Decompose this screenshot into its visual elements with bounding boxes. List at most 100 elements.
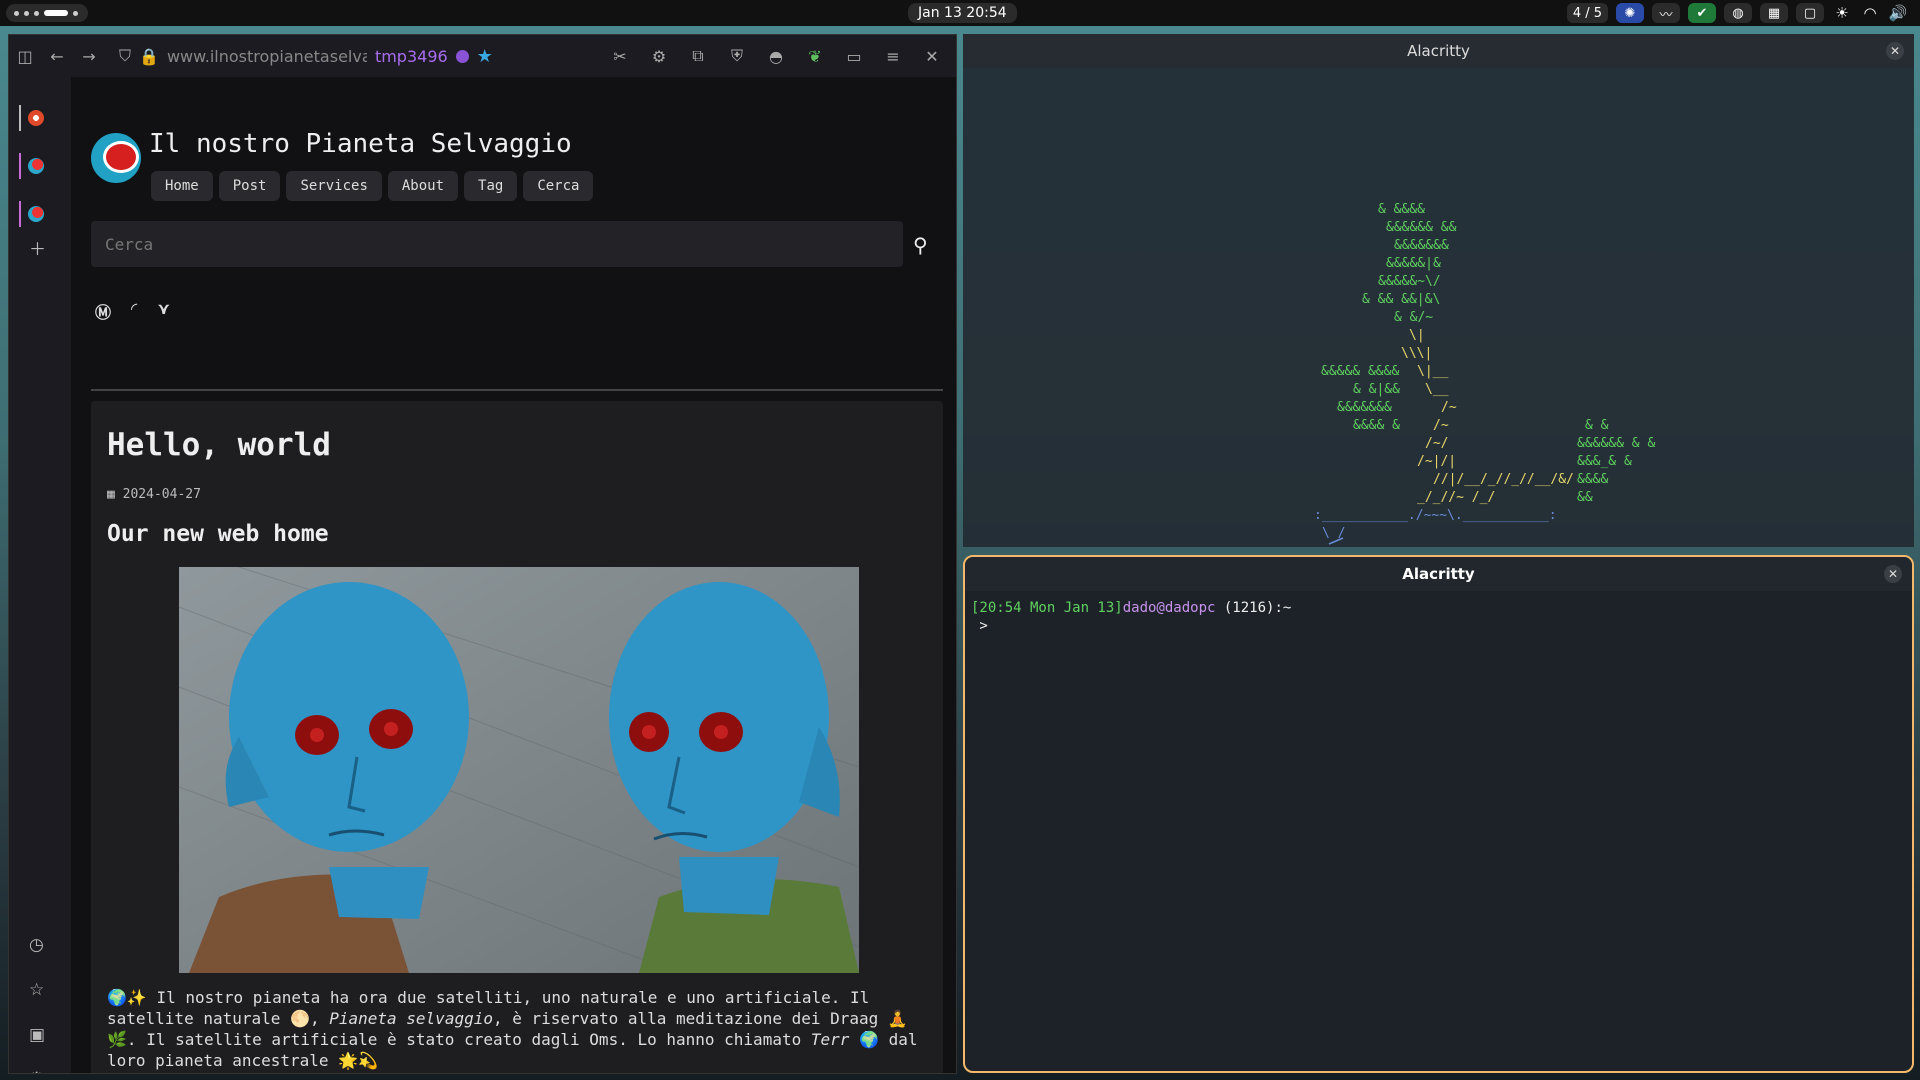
post-subtitle: Our new web home [107,521,329,547]
tray-globe-icon[interactable]: ◍ [1724,3,1752,23]
menu-icon[interactable]: ≡ [877,40,909,72]
bonsai-leaves: & &&&& &&&&&& && &&&&&&& &&&&&|& &&&&&~\… [1321,202,1655,505]
wifi-icon[interactable]: ◠ [1860,4,1880,22]
workspace-indicator[interactable] [6,4,88,22]
history-clock-icon[interactable]: ◷ [29,935,44,955]
toolbar-extensions: ✂ ⚙ ⧉ ⛨ ◓ ❦ ▭ ≡ ✕ [604,40,956,72]
post-body-emphasis: Pianeta selvaggio [329,1009,493,1028]
system-tray: 4 / 5 ✺ 〰 ✔ ◍ ▦ ▢ ☀ ◠ 🔊 [1566,3,1908,23]
prompt-path: (1216):~ [1215,600,1292,616]
container-label[interactable]: tmp3496 [375,47,448,66]
workspace-dot[interactable] [34,10,39,16]
sidebar-tab[interactable] [19,101,51,135]
containers-icon[interactable]: ▣ [29,1025,45,1045]
nav-cerca[interactable]: Cerca [523,171,594,201]
terminal-prompt[interactable]: [20:54 Mon Jan 13]dado@dadopc (1216):~ > [971,599,1291,635]
svg-text:&&: && [1577,490,1593,505]
svg-text:&&&&: &&&& [1577,472,1608,487]
top-bar: Jan 13 20:54 4 / 5 ✺ 〰 ✔ ◍ ▦ ▢ ☀ ◠ 🔊 [0,0,1920,26]
svg-text:\|: \| [1409,328,1425,343]
svg-text:& &: & & [1585,418,1609,433]
url-text[interactable]: www.ilnostropianetaselva [167,47,367,66]
esr-icon[interactable]: ❦ [799,40,831,72]
workspace-counter[interactable]: 4 / 5 [1566,3,1608,23]
svg-text:/~|/|: /~|/| [1417,454,1456,469]
svg-text::___________./~~~\.___________: :___________./~~~\.___________: [1314,508,1557,523]
site-logo[interactable] [91,133,141,183]
nav-post[interactable]: Post [218,171,281,201]
post-date: ▦ 2024-04-27 [107,487,201,502]
settings-gear-icon[interactable]: ⚙ [29,1069,44,1073]
clock[interactable]: Jan 13 20:54 [908,3,1017,23]
shield-icon[interactable]: ⛉ [119,46,131,66]
terminal-titlebar[interactable]: Alacritty ✕ [965,557,1912,591]
svg-text:\|__: \|__ [1417,364,1448,379]
clipboard-icon[interactable]: ▢ [1796,3,1824,23]
svg-text:&&&& &: &&&& & [1353,418,1400,433]
post-date-text: 2024-04-27 [122,487,201,502]
svg-text:&&&&&&&: &&&&&&& [1337,400,1392,415]
svg-text:&&&&&&&: &&&&&&& [1394,238,1449,253]
rss-icon[interactable]: ◜ [131,299,137,323]
site-nav: Home Post Services About Tag Cerca [151,171,594,201]
terminal-title: Alacritty [1402,565,1475,583]
bookmark-star-icon[interactable]: ★ [477,46,493,67]
ublock-shield-icon[interactable]: ⛨ [721,40,753,72]
prompt-user: dado@dadopc [1122,600,1216,616]
search-input[interactable] [91,221,903,267]
post-body: 🌍✨ Il nostro pianeta ha ora due satellit… [107,987,927,1071]
svg-text:/~/: /~/ [1425,436,1448,451]
terminal-window-bonsai[interactable]: Alacritty ✕ & &&&& &&&&&& && &&&&&&& &&&… [963,34,1914,547]
close-icon[interactable]: ✕ [916,40,948,72]
terminal-titlebar[interactable]: Alacritty ✕ [963,34,1914,68]
header-divider [91,389,943,391]
tray-check-icon[interactable]: ✔ [1688,3,1716,23]
bookmarks-star-icon[interactable]: ☆ [29,980,44,1000]
tray-wave-icon[interactable]: 〰 [1652,3,1680,23]
terminal-window-active[interactable]: Alacritty ✕ [20:54 Mon Jan 13]dado@dadop… [963,555,1914,1073]
nav-services[interactable]: Services [286,171,382,201]
sidebar-tab[interactable] [19,149,51,183]
screenshot-icon[interactable]: ✂ [604,40,636,72]
nav-tag[interactable]: Tag [464,171,518,201]
bonsai-pot: :___________./~~~\.___________: \ / [1314,508,1557,541]
search-icon[interactable]: ⚲ [913,233,928,257]
new-tab-plus-icon[interactable]: ＋ [29,235,46,260]
calendar-icon: ▦ [107,487,115,502]
window-icon[interactable]: ▭ [838,40,870,72]
workspace-dot[interactable] [14,10,19,16]
nav-about[interactable]: About [387,171,459,201]
svg-text:_/_//~ /_/: _/_//~ /_/ [1417,490,1495,505]
brightness-icon[interactable]: ☀ [1832,4,1852,22]
close-icon[interactable]: ✕ [1886,42,1904,60]
prompt-char: > [971,618,988,634]
bluesky-icon[interactable]: ⋎ [157,299,170,323]
workspace-active[interactable] [44,10,68,16]
workspace-dot[interactable] [24,10,29,16]
svg-text:&&&&&~\/: &&&&&~\/ [1378,274,1441,289]
container-icon [455,49,469,63]
forward-button[interactable]: → [73,40,105,72]
privacy-mask-icon[interactable]: ◓ [760,40,792,72]
url-bar[interactable]: ⛉ 🔒 www.ilnostropianetaselva tmp3496 ★ [119,46,509,67]
svg-text:& &&&&: & &&&& [1378,202,1425,217]
sidebar-tab-active[interactable] [19,197,51,231]
lock-icon[interactable]: 🔒 [139,47,159,66]
svg-text:\__: \__ [1425,382,1449,397]
workspace-dot[interactable] [73,10,78,16]
settings-gear-icon[interactable]: ⚙ [643,40,675,72]
sidebar-toggle-icon[interactable]: ◫ [9,40,41,72]
terminal-title: Alacritty [1407,42,1470,60]
mastodon-icon[interactable]: Ⓜ [95,299,111,323]
volume-icon[interactable]: 🔊 [1888,4,1908,22]
svg-text:&&&_& &: &&&_& & [1577,454,1632,469]
site-title[interactable]: Il nostro Pianeta Selvaggio [149,129,572,159]
tray-app-icon[interactable]: ✺ [1616,3,1644,23]
nav-home[interactable]: Home [151,171,213,201]
close-icon[interactable]: ✕ [1884,565,1902,583]
tray-layout-icon[interactable]: ▦ [1760,3,1788,23]
back-button[interactable]: ← [41,40,73,72]
web-page: Il nostro Pianeta Selvaggio Home Post Se… [71,77,956,1073]
post-illustration[interactable] [179,567,859,973]
extensions-puzzle-icon[interactable]: ⧉ [682,40,714,72]
